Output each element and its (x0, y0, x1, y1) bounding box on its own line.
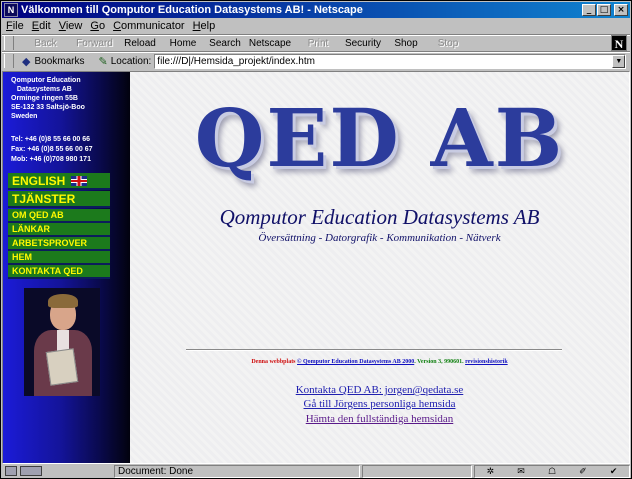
toolbar-grip[interactable] (4, 54, 14, 68)
portrait-photo (24, 288, 100, 396)
photo-keyboard (45, 348, 79, 386)
copyright-link[interactable]: © Qomputor Education Datasystems AB 2000 (297, 359, 414, 365)
nav-english[interactable]: ENGLISH (8, 173, 110, 190)
stop-button[interactable]: Stop (426, 38, 470, 49)
horizontal-rule (186, 349, 562, 351)
bookmarks-button[interactable]: Bookmarks (34, 56, 84, 67)
discussions-icon[interactable]: ☖ (548, 466, 556, 477)
netscape-button[interactable]: Netscape (244, 38, 296, 49)
toolbar-grip[interactable] (4, 36, 14, 50)
version-text: . Version 3, 990601. (414, 359, 464, 365)
contact-numbers: Tel: +46 (0)8 55 66 00 66 Fax: +46 (0)8 … (11, 135, 93, 165)
company-address: Qomputor Education Datasystems AB Orming… (11, 76, 85, 121)
menu-communicator[interactable]: Communicator (109, 20, 189, 32)
nav-om-qed-ab[interactable]: OM QED AB (8, 209, 110, 223)
fax-number: Fax: +46 (0)8 55 66 00 67 (11, 146, 93, 153)
nav-tjanster[interactable]: TJÄNSTER (8, 191, 110, 208)
bookmarks-icon[interactable]: ◆ (22, 55, 30, 68)
security-lock-icon[interactable] (5, 466, 17, 476)
nav-hem[interactable]: HEM (8, 251, 110, 265)
full-site-download-link[interactable]: Hämta den fullständiga hemsidan (306, 413, 454, 425)
navigator-icon[interactable]: ✲ (487, 466, 495, 477)
security-button[interactable]: Security (340, 38, 386, 49)
site-info: Denna webbplats © Qomputor Education Dat… (130, 359, 629, 365)
close-button[interactable]: × (614, 4, 628, 16)
uk-flag-icon (71, 176, 88, 186)
address-line: Datasystems AB (11, 86, 72, 93)
site-info-prefix: Denna webbplats (251, 359, 296, 365)
menu-bar: File Edit View Go Communicator Help (2, 18, 630, 34)
address-line: Orminge ringen 55B (11, 95, 78, 102)
status-text: Document: Done (114, 464, 360, 478)
nav-label: OM QED AB (12, 210, 64, 220)
address-line: Qomputor Education (11, 77, 81, 84)
personal-link-row: Gå till Jörgens personliga hemsida (130, 398, 629, 410)
menu-file[interactable]: File (2, 20, 28, 32)
phone-number: Tel: +46 (0)8 55 66 00 66 (11, 136, 91, 143)
navigation-toolbar: Back Forward Reload Home Search Netscape… (2, 35, 630, 51)
menu-help[interactable]: Help (189, 20, 220, 32)
component-bar: ✲ ✉ ☖ ✐ ✔ (474, 464, 630, 478)
location-label: Location: (110, 55, 152, 67)
download-link-row: Hämta den fullständiga hemsidan (130, 413, 629, 425)
contact-link-row: Kontakta QED AB: jorgen@qedata.se (130, 384, 629, 396)
nav-label: LÄNKAR (12, 224, 50, 234)
tagline: Översättning - Datorgrafik - Kommunikati… (258, 232, 501, 244)
location-icon: ✎ (98, 55, 108, 68)
nav-lankar[interactable]: LÄNKAR (8, 223, 110, 237)
sidebar: Qomputor Education Datasystems AB Orming… (3, 72, 130, 463)
photo-hair (48, 294, 78, 308)
nav-label: TJÄNSTER (12, 192, 76, 206)
nav-label: KONTAKTA QED (12, 266, 83, 276)
title-bar: N Välkommen till Qomputor Education Data… (2, 2, 630, 18)
menu-view[interactable]: View (55, 20, 87, 32)
window-title: Välkommen till Qomputor Education Datasy… (21, 4, 363, 16)
maximize-button[interactable]: □ (597, 4, 611, 16)
shop-button[interactable]: Shop (386, 38, 426, 49)
print-button[interactable]: Print (296, 38, 340, 49)
qed-logo: QED AB (194, 91, 565, 185)
location-toolbar: ◆ Bookmarks ✎ Location: file:///D|/Hemsi… (2, 53, 630, 69)
url-input[interactable]: file:///D|/Hemsida_projekt/index.htm ▼ (154, 53, 627, 69)
nav-arbetsprover[interactable]: ARBETSPROVER (8, 237, 110, 251)
minimize-button[interactable]: _ (582, 4, 596, 16)
netscape-app-icon: N (4, 3, 18, 17)
nav-label: ARBETSPROVER (12, 238, 88, 248)
page-viewport: Qomputor Education Datasystems AB Orming… (2, 71, 630, 464)
composer-icon[interactable]: ✐ (579, 466, 587, 477)
browser-window: N Välkommen till Qomputor Education Data… (0, 0, 632, 479)
contact-email-link[interactable]: Kontakta QED AB: jorgen@qedata.se (296, 384, 464, 396)
menu-go[interactable]: Go (86, 20, 109, 32)
main-content: QED AB Qomputor Education Datasystems AB… (130, 72, 629, 463)
mobile-number: Mob: +46 (0)708 980 171 (11, 156, 91, 163)
reload-button[interactable]: Reload (120, 38, 160, 49)
personal-homepage-link[interactable]: Gå till Jörgens personliga hemsida (304, 398, 456, 410)
connection-icon[interactable] (20, 466, 42, 476)
nav-kontakta-qed[interactable]: KONTAKTA QED (8, 265, 110, 279)
address-line: SE-132 33 Saltsjö-Boo (11, 104, 85, 111)
menu-edit[interactable]: Edit (28, 20, 55, 32)
search-button[interactable]: Search (206, 38, 244, 49)
status-bar: Document: Done ✲ ✉ ☖ ✐ ✔ (2, 464, 630, 478)
status-icons (2, 465, 114, 478)
address-line: Sweden (11, 113, 38, 120)
url-text: file:///D|/Hemsida_projekt/index.htm (157, 55, 315, 67)
progress-bar (362, 464, 472, 478)
netscape-logo-icon[interactable]: N (611, 35, 627, 51)
nav-label: HEM (12, 252, 32, 262)
company-name: Qomputor Education Datasystems AB (219, 205, 540, 229)
bookmark-icon[interactable]: ✔ (610, 466, 618, 477)
back-button[interactable]: Back (22, 38, 69, 49)
forward-button[interactable]: Forward (69, 38, 120, 49)
home-button[interactable]: Home (160, 38, 206, 49)
revision-history-link[interactable]: revisionshistorik (465, 359, 508, 365)
mail-icon[interactable]: ✉ (517, 466, 525, 477)
chevron-down-icon[interactable]: ▼ (612, 54, 626, 68)
nav-label: ENGLISH (12, 174, 66, 188)
